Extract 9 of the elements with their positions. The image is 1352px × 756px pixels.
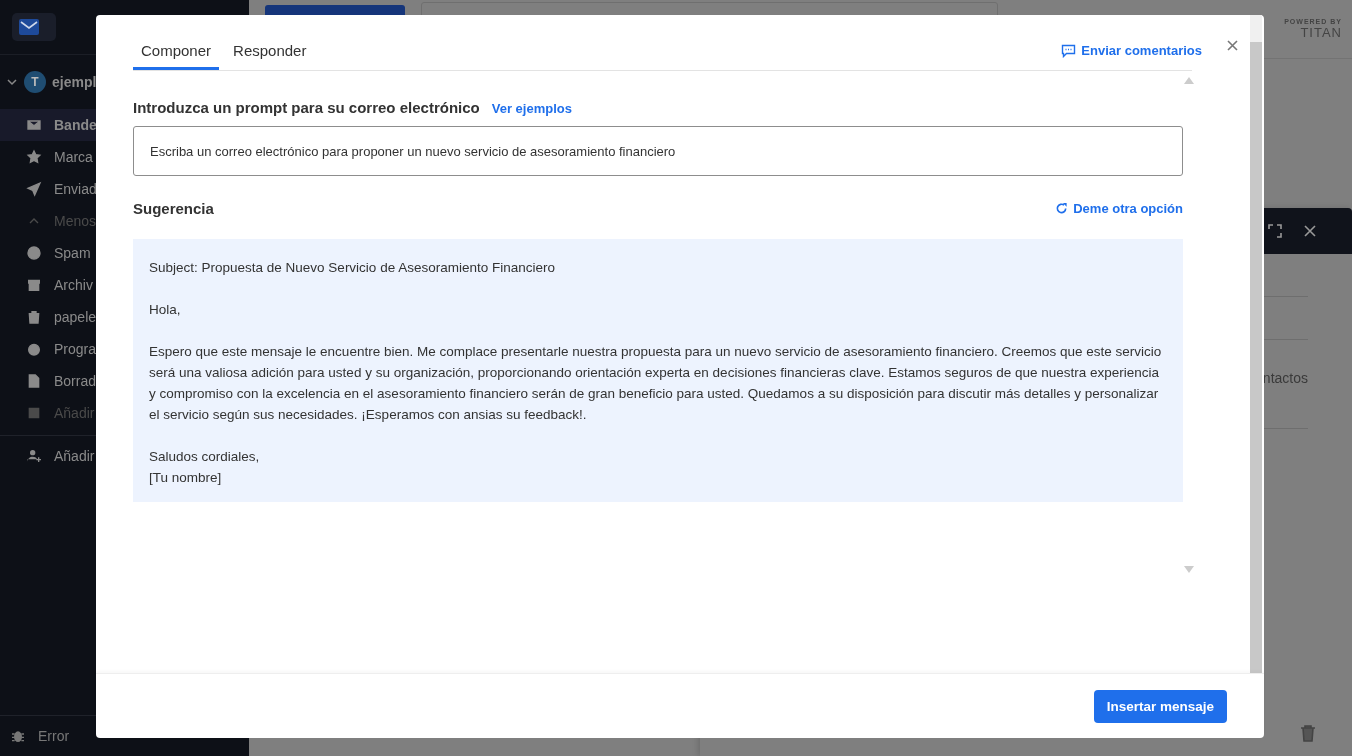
suggestion-heading: Sugerencia [133, 200, 214, 217]
suggestion-text: [Tu nombre] [149, 469, 223, 487]
prompt-label: Introduzca un prompt para su correo electrónico [133, 99, 480, 116]
contacts-text: ntactos [1262, 370, 1308, 386]
suggestion-text: Espero que este mensaje le encuentre bien. Me complace presentarle nuestra propuesta para un nuevo servicio de asesoramiento financiero. Creemos que este servicio será una valiosa adición para usted y su organización, proporcionando orientación experta en decisiones financieras clave. Estamos seguros de que nuestra experiencia y compromiso con la excelencia en el asesoramiento financiero serán de gran beneficio para usted. Quedamos a su disposición para discutir más detalles y personalizar el servicio según sus necesidades. ¡Esperamos con ansias su feedback!. [149, 343, 1163, 424]
suggestion-text: Subject: Propuesta de Nuevo Servicio de Asesoramiento Financiero [149, 259, 556, 277]
suggestion-text: Saludos cordiales, [149, 448, 261, 466]
suggestion-text: Hola, [149, 301, 182, 319]
avatar: T [24, 71, 46, 93]
